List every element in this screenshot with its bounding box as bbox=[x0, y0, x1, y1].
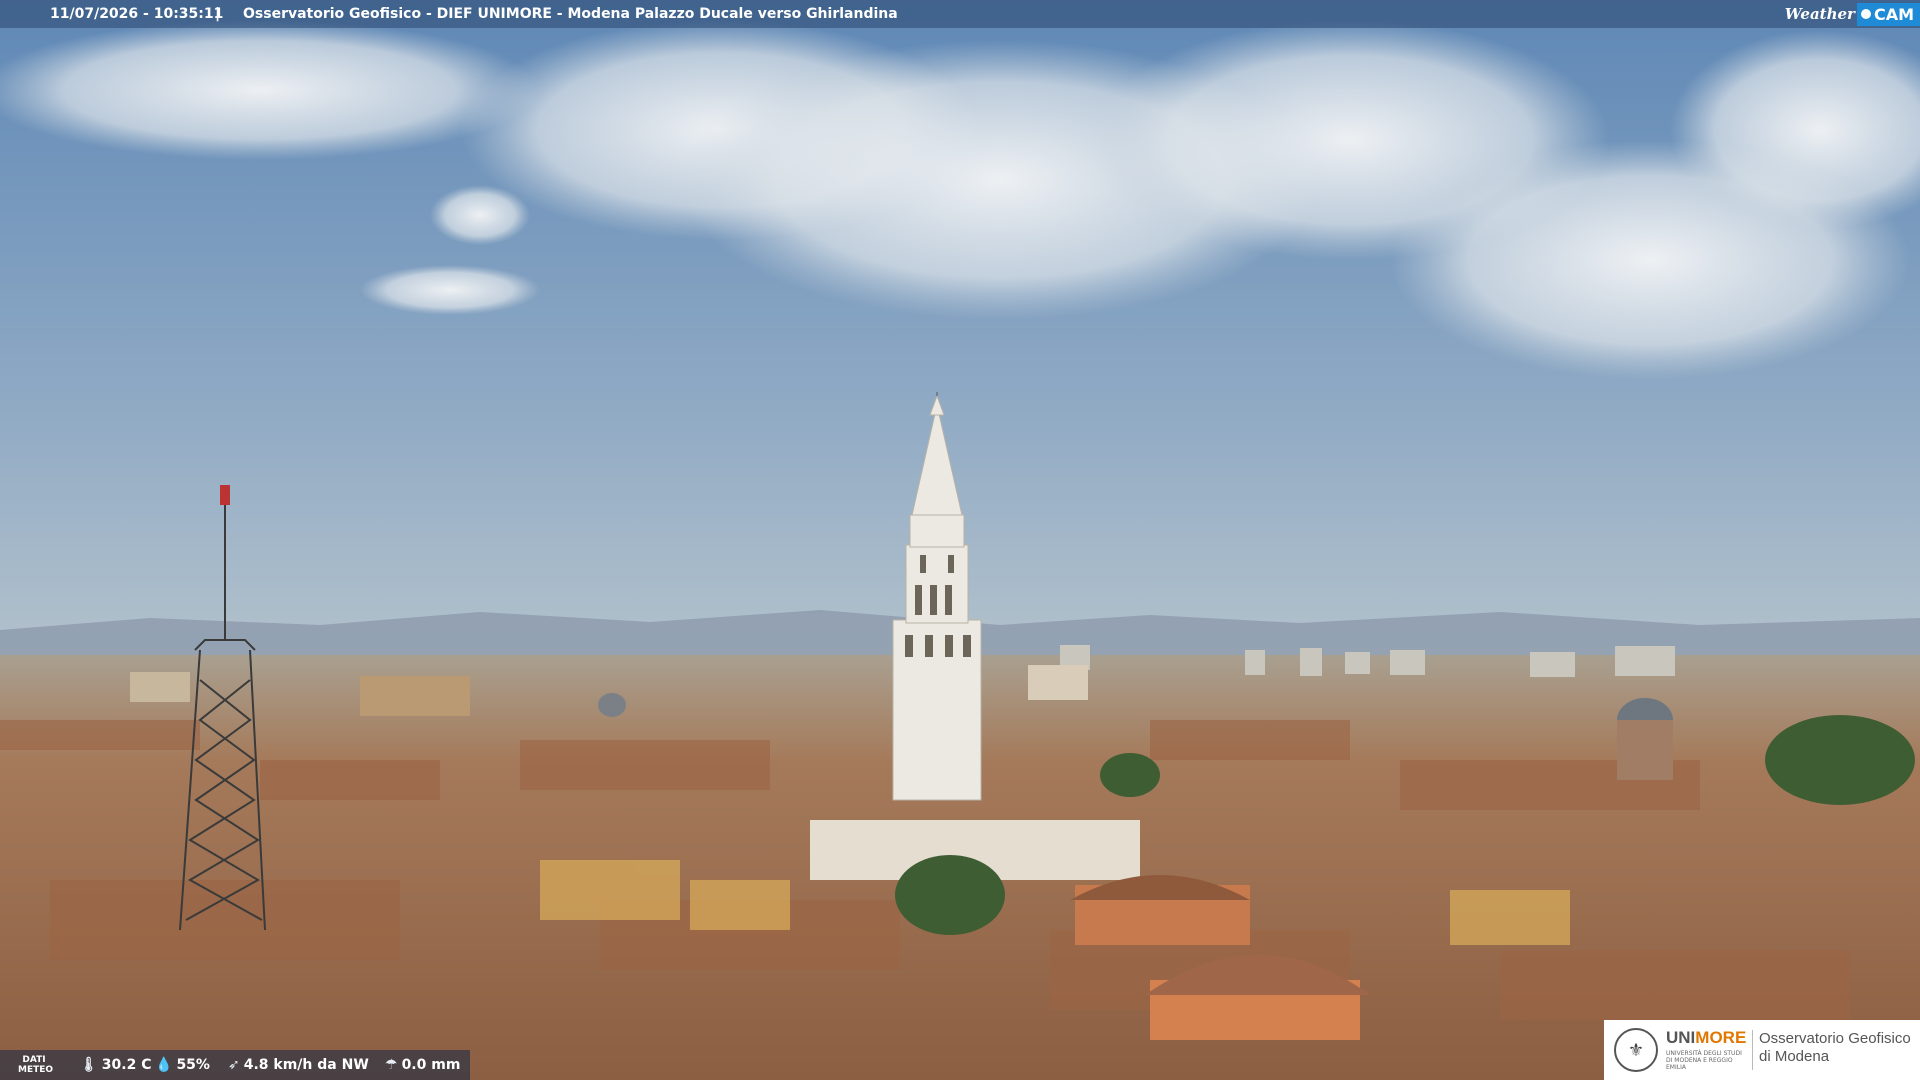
wind-value: 4.8 km/h da NW bbox=[243, 1057, 369, 1073]
umbrella-icon: ☂ bbox=[385, 1057, 398, 1073]
observatory-line1: Osservatorio Geofisico bbox=[1759, 1030, 1911, 1047]
observatory-line2: di Modena bbox=[1759, 1048, 1830, 1065]
camera-lens-icon bbox=[1860, 9, 1871, 19]
unimore-logo-panel: ⚜ UNIMORE UNIVERSITÀ DEGLI STUDI DI MODE… bbox=[1604, 1020, 1920, 1080]
unimore-prefix: UNI bbox=[1666, 1028, 1696, 1047]
weather-data-bar: DATI METEO 🌡 30.2 C 💧 55% ➶ 4.8 km/h da … bbox=[0, 1050, 470, 1080]
rain-reading: ☂ 0.0 mm bbox=[385, 1057, 460, 1073]
university-seal-icon: ⚜ bbox=[1614, 1028, 1658, 1072]
humidity-value: 55% bbox=[176, 1057, 210, 1073]
weather-label: DATI METEO bbox=[18, 1055, 54, 1075]
weathercam-logo-weather: Weather bbox=[1784, 5, 1855, 23]
wind-icon: ➶ bbox=[228, 1057, 240, 1073]
temperature-reading: 🌡 30.2 C bbox=[80, 1057, 151, 1073]
humidity-reading: 💧 55% bbox=[155, 1057, 210, 1073]
webcam-scene bbox=[0, 0, 1920, 1080]
thermometer-icon: 🌡 bbox=[80, 1057, 98, 1073]
unimore-subtitle: UNIVERSITÀ DEGLI STUDI DI MODENA E REGGI… bbox=[1666, 1050, 1742, 1071]
wind-reading: ➶ 4.8 km/h da NW bbox=[228, 1057, 369, 1073]
camera-title: Osservatorio Geofisico - DIEF UNIMORE - … bbox=[243, 6, 898, 22]
weathercam-logo-cam-text: CAM bbox=[1873, 4, 1914, 24]
droplet-icon: 💧 bbox=[155, 1057, 173, 1073]
logo-divider bbox=[1752, 1030, 1753, 1070]
weathercam-logo-cam: CAM bbox=[1856, 2, 1920, 26]
weathercam-logo: Weather CAM bbox=[1785, 2, 1920, 26]
unimore-suffix: MORE bbox=[1695, 1028, 1747, 1047]
observatory-name: Osservatorio Geofisico di Modena bbox=[1759, 1030, 1911, 1066]
separator: | bbox=[215, 6, 221, 22]
header-bar: 11/07/2026 - 10:35:11 | Osservatorio Geo… bbox=[0, 0, 1920, 28]
timestamp: 11/07/2026 - 10:35:11 bbox=[50, 6, 224, 22]
rain-value: 0.0 mm bbox=[401, 1057, 461, 1073]
unimore-wordmark: UNIMORE bbox=[1666, 1028, 1746, 1048]
temperature-value: 30.2 C bbox=[101, 1057, 152, 1073]
